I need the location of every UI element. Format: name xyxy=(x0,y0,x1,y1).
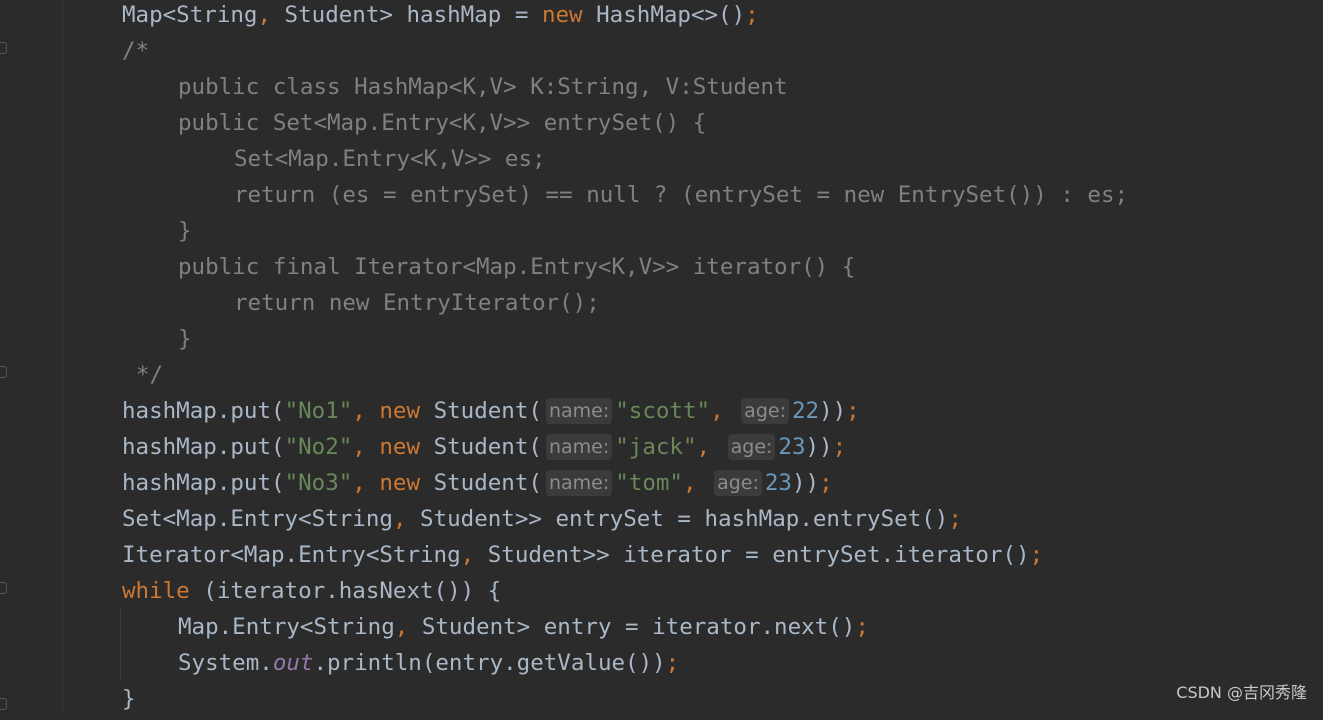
code-line-while: while (iterator.hasNext()) { xyxy=(122,578,502,604)
comment-line: return new EntryIterator(); xyxy=(234,290,600,316)
code-line-entry: Map.Entry<String, Student> entry = itera… xyxy=(178,614,869,640)
code-editor[interactable]: Map<String, Student> hashMap = new HashM… xyxy=(0,0,1323,713)
code-line-entryset: Set<Map.Entry<String, Student>> entrySet… xyxy=(122,506,962,532)
comment-line: } xyxy=(178,326,192,352)
comment-open: /* xyxy=(122,38,150,64)
comment-line: public class HashMap<K,V> K:String, V:St… xyxy=(178,74,788,100)
param-hint-name: name: xyxy=(545,470,613,496)
param-hint-age: age: xyxy=(741,398,789,424)
code-line-println: System.out.println(entry.getValue()); xyxy=(178,650,680,676)
comment-line: return (es = entrySet) == null ? (entryS… xyxy=(234,182,1129,208)
param-hint-name: name: xyxy=(545,434,613,460)
code-line-put: hashMap.put("No3", new Student(name: "tom… xyxy=(122,470,833,496)
param-hint-age: age: xyxy=(714,470,762,496)
comment-line: public Set<Map.Entry<K,V>> entrySet() { xyxy=(178,110,707,136)
code-line-put: hashMap.put("No1", new Student(name: "sco… xyxy=(122,398,860,424)
param-hint-age: age: xyxy=(727,434,776,460)
comment-line: public final Iterator<Map.Entry<K,V>> it… xyxy=(178,254,856,280)
param-hint-name: name: xyxy=(545,398,613,424)
code-line-put: hashMap.put("No2", new Student(name: "jac… xyxy=(122,434,847,460)
code-line-close-brace: } xyxy=(122,686,136,712)
code-line-iterator: Iterator<Map.Entry<String, Student>> ite… xyxy=(122,542,1044,568)
code-line-hashmap-decl: Map<String, Student> hashMap = new HashM… xyxy=(122,2,759,28)
comment-line: } xyxy=(178,218,192,244)
comment-close: */ xyxy=(136,362,164,388)
comment-line: Set<Map.Entry<K,V>> es; xyxy=(234,146,546,172)
watermark: CSDN @吉冈秀隆 xyxy=(1176,683,1307,702)
